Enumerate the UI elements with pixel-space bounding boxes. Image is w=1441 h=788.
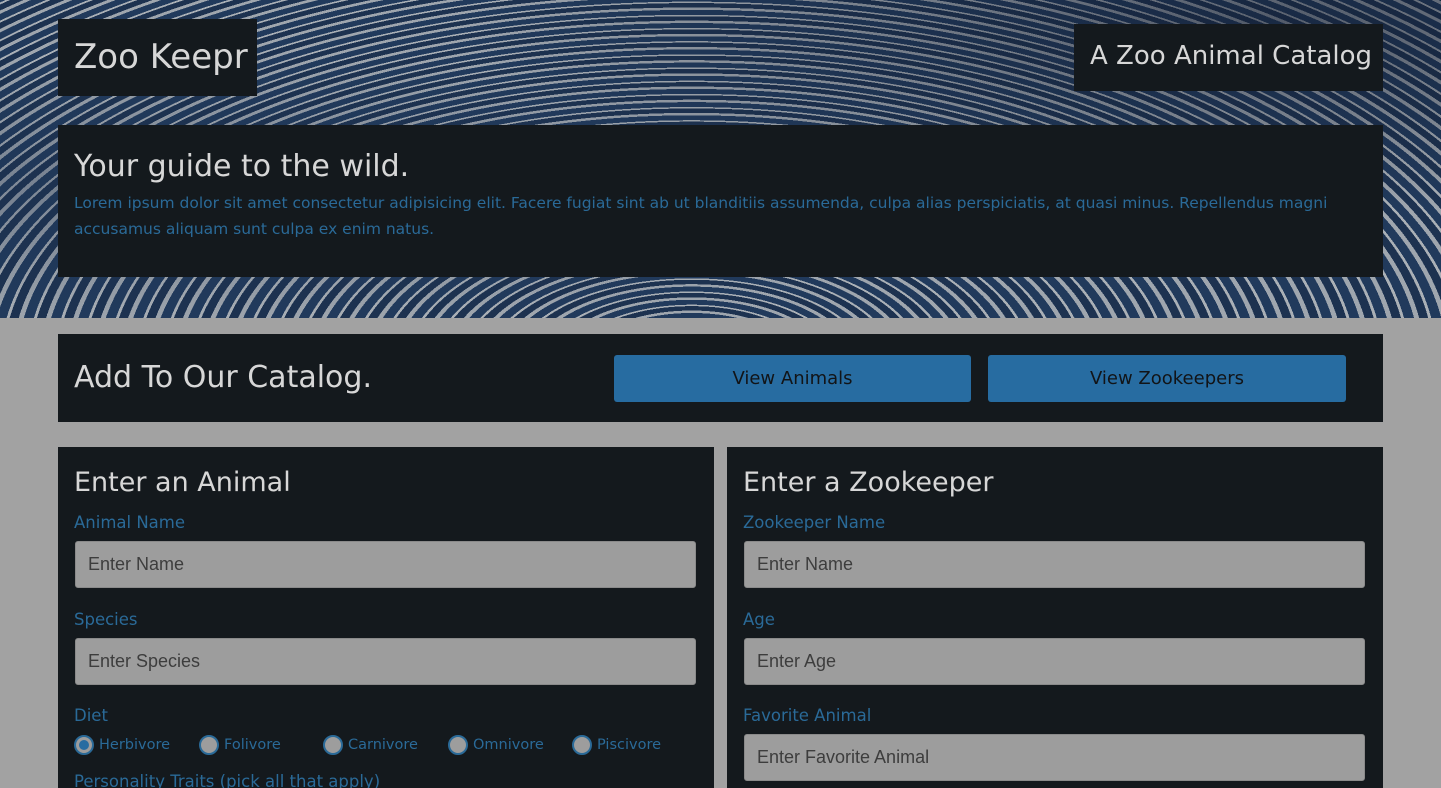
diet-option-herbivore[interactable]: Herbivore — [74, 734, 170, 756]
age-label: Age — [743, 610, 775, 629]
diet-radio-group: Herbivore Folivore Carnivore Omnivore Pi… — [74, 734, 698, 760]
radio-button-icon[interactable] — [448, 735, 468, 755]
tagline-text: A Zoo Animal Catalog — [1090, 41, 1373, 71]
zookeeper-form: Enter a Zookeeper Zookeeper Name Age Fav… — [727, 447, 1383, 788]
radio-button-icon[interactable] — [323, 735, 343, 755]
age-input[interactable] — [744, 638, 1365, 685]
diet-option-label: Carnivore — [348, 737, 418, 753]
diet-option-folivore[interactable]: Folivore — [199, 734, 281, 756]
catalog-bar: Add To Our Catalog. View Animals View Zo… — [58, 334, 1383, 422]
radio-button-icon[interactable] — [572, 735, 592, 755]
radio-button-icon[interactable] — [199, 735, 219, 755]
favorite-animal-label: Favorite Animal — [743, 706, 872, 725]
diet-label: Diet — [74, 706, 108, 725]
animal-form: Enter an Animal Animal Name Species Diet… — [58, 447, 714, 788]
personality-traits-label: Personality Traits (pick all that apply) — [74, 772, 381, 788]
zookeeper-form-heading: Enter a Zookeeper — [743, 467, 994, 498]
species-input[interactable] — [75, 638, 696, 685]
animal-name-input[interactable] — [75, 541, 696, 588]
diet-option-omnivore[interactable]: Omnivore — [448, 734, 544, 756]
jumbotron: Your guide to the wild. Lorem ipsum dolo… — [58, 125, 1383, 277]
diet-option-carnivore[interactable]: Carnivore — [323, 734, 418, 756]
jumbotron-text: Lorem ipsum dolor sit amet consectetur a… — [74, 194, 1328, 238]
diet-option-label: Folivore — [224, 737, 281, 753]
diet-option-label: Herbivore — [99, 737, 171, 753]
favorite-animal-input[interactable] — [744, 734, 1365, 781]
zookeeper-name-input[interactable] — [744, 541, 1365, 588]
catalog-heading: Add To Our Catalog. — [74, 360, 372, 395]
animal-form-heading: Enter an Animal — [74, 467, 291, 498]
animal-name-label: Animal Name — [74, 513, 186, 532]
brand-title: Zoo Keepr — [74, 37, 248, 77]
tagline-box: A Zoo Animal Catalog — [1074, 24, 1383, 91]
species-label: Species — [74, 610, 138, 629]
diet-option-label: Omnivore — [473, 737, 544, 753]
view-zookeepers-button[interactable]: View Zookeepers — [988, 355, 1346, 402]
jumbotron-heading: Your guide to the wild. — [74, 149, 410, 184]
diet-option-piscivore[interactable]: Piscivore — [572, 734, 661, 756]
brand-logo[interactable]: Zoo Keepr — [58, 19, 257, 96]
radio-button-icon[interactable] — [74, 735, 94, 755]
zookeeper-name-label: Zookeeper Name — [743, 513, 886, 532]
view-animals-button[interactable]: View Animals — [614, 355, 971, 402]
diet-option-label: Piscivore — [597, 737, 662, 753]
